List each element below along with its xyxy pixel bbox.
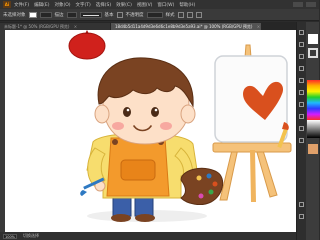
app-logo: Ai — [3, 1, 11, 8]
control-bar: 未选择对象 描边 基本 不透明度 样式 — [0, 9, 319, 21]
align-panel-icon[interactable] — [299, 202, 304, 207]
artboards-panel-icon[interactable] — [299, 138, 304, 143]
color-spectrum[interactable] — [307, 80, 320, 120]
menu-edit[interactable]: 编辑(E) — [34, 2, 49, 8]
fill-dropdown[interactable] — [39, 11, 52, 18]
beret-hat — [68, 30, 106, 60]
status-bar: 100% 切换选择 — [0, 232, 296, 240]
menu-bar: Ai 文件(F) 编辑(E) 对象(O) 文字(T) 选择(S) 效果(C) 视… — [0, 0, 319, 9]
stroke-color-swatch[interactable] — [308, 48, 318, 58]
boy-head — [94, 57, 196, 145]
tab-document-1-label: 未标题-1* @ 50% (RGB/GPU 预览) — [4, 24, 70, 29]
window-controls — [293, 2, 319, 7]
stroke-style-label: 基本 — [104, 12, 114, 18]
style-label: 样式 — [165, 12, 175, 18]
tab-document-2-close-icon[interactable]: × — [257, 24, 260, 29]
symbols-panel-icon[interactable] — [299, 66, 304, 71]
grayscale-ramp[interactable] — [307, 120, 320, 138]
layers-panel-icon[interactable] — [299, 126, 304, 131]
fill-color-swatch[interactable] — [308, 34, 318, 44]
brushes-panel-icon[interactable] — [299, 54, 304, 59]
menu-view[interactable]: 视图(V) — [137, 2, 153, 8]
status-text: 切换选择 — [23, 233, 39, 238]
zoom-field[interactable]: 100% — [3, 233, 17, 239]
transform-icon[interactable] — [195, 11, 202, 18]
menu-select[interactable]: 选择(S) — [96, 2, 111, 8]
artwork-painter-boy — [68, 30, 292, 222]
document-tabs: 未标题-1* @ 50% (RGB/GPU 预览) × 18d4b5d11a4d… — [0, 22, 296, 30]
swatches-panel-icon[interactable] — [299, 42, 304, 47]
tab-document-1-close-icon[interactable]: × — [74, 24, 77, 29]
opacity-field[interactable] — [146, 11, 163, 18]
artboard-canvas[interactable] — [5, 30, 296, 232]
selection-status: 未选择对象 — [3, 12, 26, 18]
menu-type[interactable]: 文字(T) — [76, 2, 91, 8]
menu-help[interactable]: 帮助(H) — [179, 2, 195, 8]
recent-swatch[interactable] — [308, 144, 318, 154]
menu-file[interactable]: 文件(F) — [14, 2, 29, 8]
tab-document-2-label: 18d4b5d11a4d9d3e6d6c1e8b9d3e5a93.ai* @ 1… — [115, 24, 253, 29]
stroke-label: 描边 — [54, 12, 64, 18]
workspace-switcher[interactable] — [293, 2, 303, 7]
panel-icon-strip — [297, 22, 306, 240]
fill-swatch[interactable] — [28, 11, 37, 18]
color-panel-icon[interactable] — [299, 30, 304, 35]
menu-window[interactable]: 窗口(W) — [157, 2, 174, 8]
boy-left-arm — [80, 147, 106, 196]
gradient-panel-icon[interactable] — [299, 90, 304, 95]
pathfinder-panel-icon[interactable] — [299, 214, 304, 219]
opacity-label: 不透明度 — [125, 12, 144, 18]
menu-object[interactable]: 对象(O) — [54, 2, 70, 8]
tab-document-2[interactable]: 18d4b5d11a4d9d3e6d6c1e8b9d3e5a93.ai* @ 1… — [111, 23, 261, 30]
stroke-weight-field[interactable] — [66, 11, 77, 18]
right-panels — [296, 22, 320, 240]
search-box[interactable] — [306, 2, 316, 7]
style-swatch-icon[interactable] — [177, 11, 184, 18]
brush-icon[interactable] — [116, 11, 123, 18]
align-icon[interactable] — [186, 11, 193, 18]
stroke-profile-dropdown[interactable] — [79, 11, 102, 18]
paint-palette — [180, 167, 224, 206]
appearance-panel-icon[interactable] — [299, 114, 304, 119]
transparency-panel-icon[interactable] — [299, 102, 304, 107]
boy-right-arm — [174, 147, 224, 206]
stroke-panel-icon[interactable] — [299, 78, 304, 83]
menu-effect[interactable]: 效果(C) — [116, 2, 132, 8]
tab-document-1[interactable]: 未标题-1* @ 50% (RGB/GPU 预览) × — [0, 23, 110, 30]
easel-canvas — [214, 55, 288, 143]
